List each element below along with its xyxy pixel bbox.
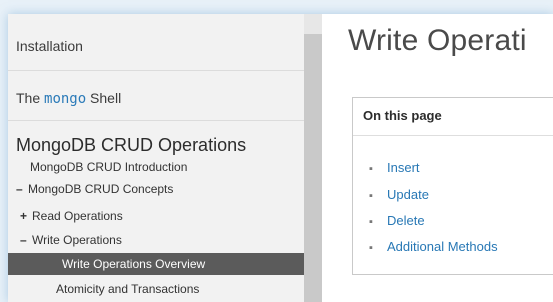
- sidebar-divider: [8, 120, 304, 121]
- main-content: Write Operati On this page ▪ Insert ▪ Upda…: [322, 14, 553, 302]
- docs-window: Installation The mongo Shell MongoDB CRU…: [8, 14, 553, 302]
- sidebar-item-write-operations-overview[interactable]: Write Operations Overview: [8, 253, 304, 275]
- toc-link-delete[interactable]: ▪ Delete: [369, 213, 425, 228]
- mongo-shell-prefix: The: [16, 90, 45, 106]
- toc-link-label: Update: [387, 187, 429, 202]
- sidebar-scrollbar[interactable]: [304, 14, 322, 302]
- toc-link-label: Additional Methods: [387, 239, 498, 254]
- toc-header: On this page: [363, 108, 442, 123]
- collapse-icon: –: [20, 233, 27, 247]
- collapse-icon: –: [16, 182, 23, 196]
- toc-link-update[interactable]: ▪ Update: [369, 187, 429, 202]
- sidebar-item-mongo-shell[interactable]: The mongo Shell: [16, 90, 121, 107]
- toc-divider: [353, 135, 553, 136]
- sidebar-item-label: Read Operations: [32, 209, 123, 223]
- sidebar-item-label: Write Operations Overview: [62, 257, 206, 271]
- bullet-icon: ▪: [369, 163, 373, 175]
- bullet-icon: ▪: [369, 216, 373, 228]
- sidebar-item-crud-concepts[interactable]: – MongoDB CRUD Concepts: [16, 182, 173, 196]
- sidebar-item-atomicity[interactable]: Atomicity and Transactions: [56, 282, 199, 296]
- toc-link-additional-methods[interactable]: ▪ Additional Methods: [369, 239, 498, 254]
- bullet-icon: ▪: [369, 242, 373, 254]
- mongo-code-label: mongo: [44, 91, 87, 107]
- scrollbar-thumb[interactable]: [304, 34, 322, 302]
- toc-link-label: Insert: [387, 160, 420, 175]
- sidebar-item-label: Write Operations: [32, 233, 122, 247]
- sidebar-item-crud-intro[interactable]: MongoDB CRUD Introduction: [30, 160, 187, 174]
- sidebar-divider: [8, 70, 304, 71]
- mongo-shell-suffix: Shell: [86, 90, 122, 106]
- sidebar-item-write-operations[interactable]: – Write Operations: [20, 233, 122, 247]
- sidebar-nav: Installation The mongo Shell MongoDB CRU…: [8, 14, 304, 302]
- sidebar-item-read-operations[interactable]: + Read Operations: [20, 209, 123, 223]
- sidebar-item-label: MongoDB CRUD Concepts: [28, 182, 174, 196]
- page-title: Write Operati: [348, 24, 527, 57]
- sidebar-item-installation[interactable]: Installation: [16, 38, 83, 54]
- sidebar-section-crud[interactable]: MongoDB CRUD Operations: [16, 135, 246, 156]
- bullet-icon: ▪: [369, 190, 373, 202]
- expand-icon: +: [20, 209, 28, 223]
- toc-link-label: Delete: [387, 213, 425, 228]
- on-this-page-box: On this page ▪ Insert ▪ Update ▪ Delete ▪ Ad…: [352, 97, 553, 275]
- toc-link-insert[interactable]: ▪ Insert: [369, 160, 420, 175]
